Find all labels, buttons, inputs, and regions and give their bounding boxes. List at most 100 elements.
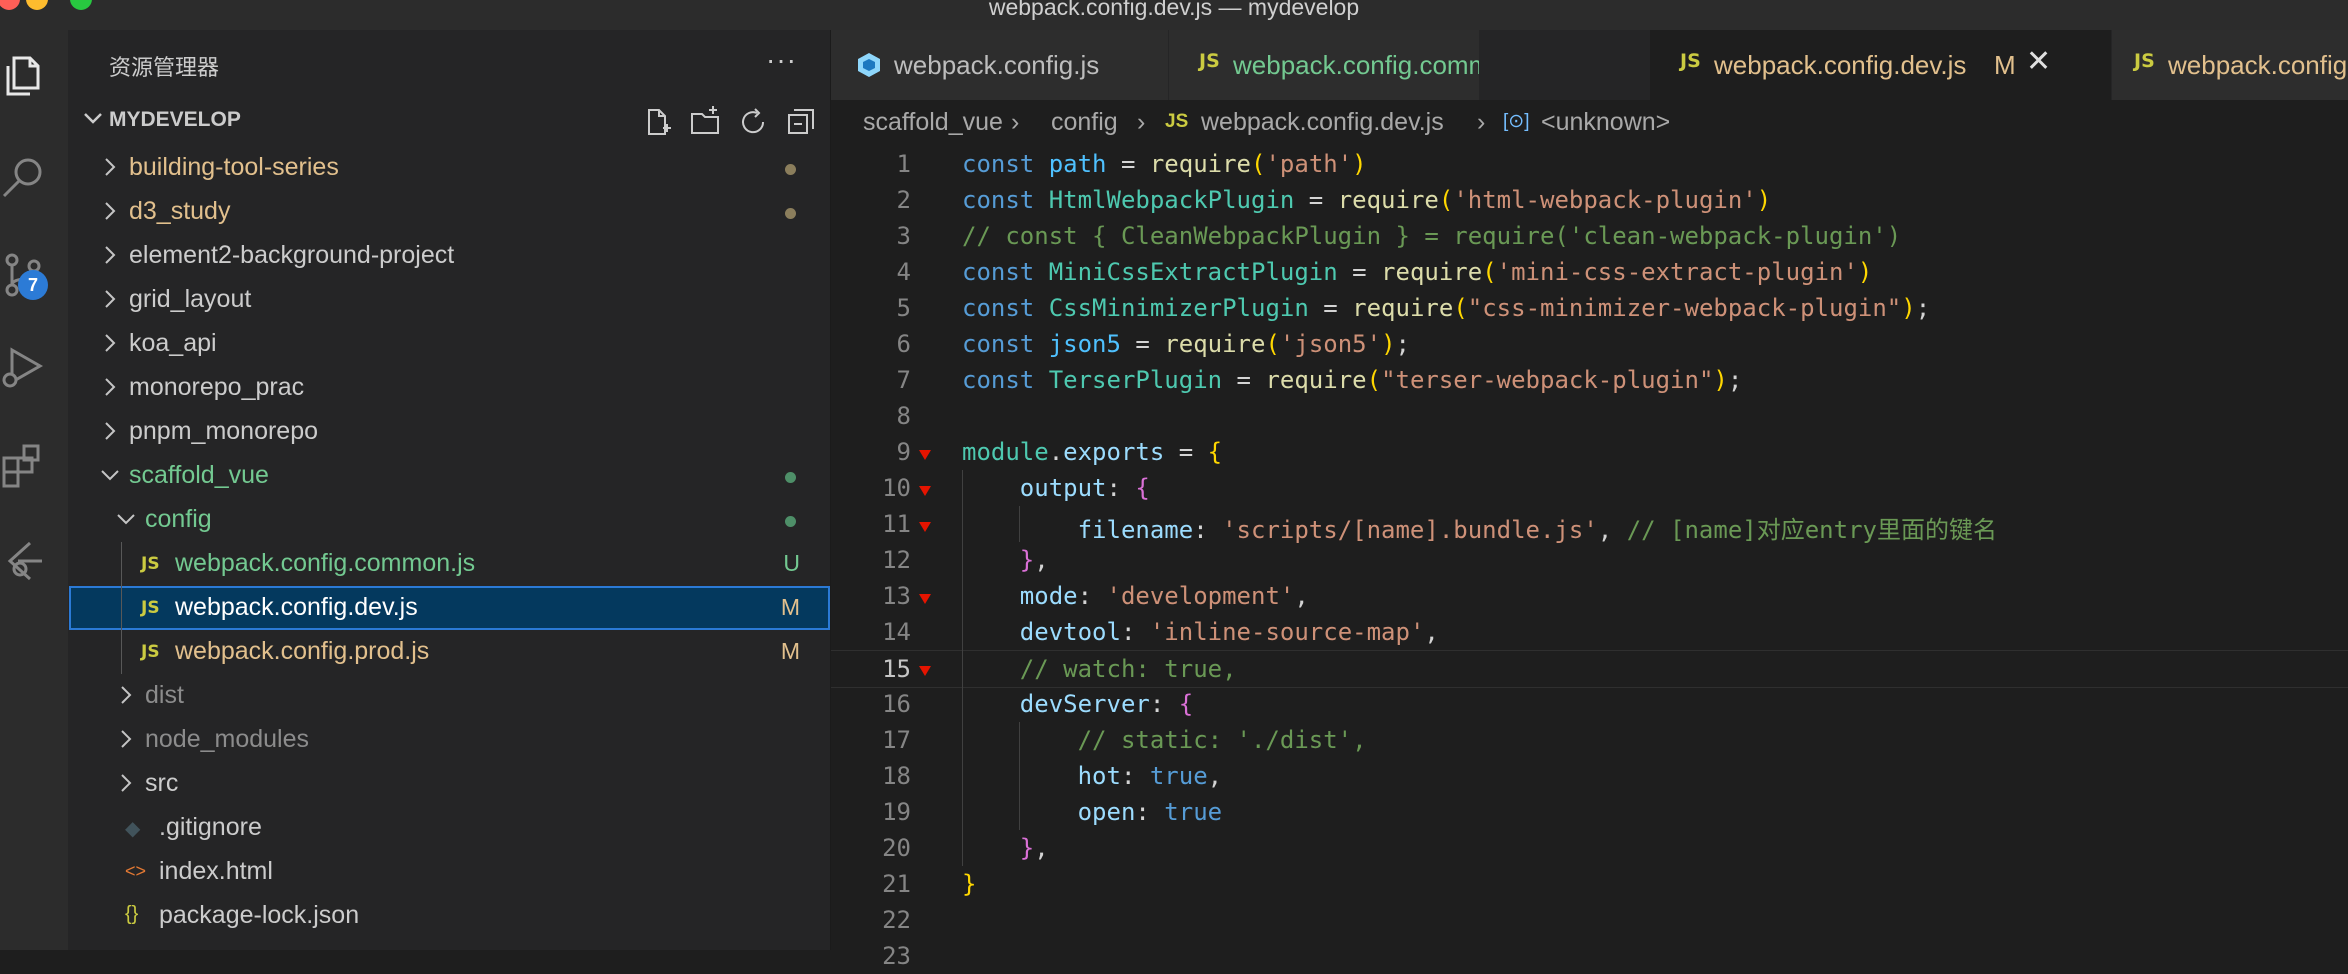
new-file-icon[interactable] (641, 106, 673, 138)
file-row[interactable]: JS webpack.config.common.js U (69, 542, 830, 586)
folder-row[interactable]: grid_layout (69, 278, 830, 322)
chevron-down-icon (101, 470, 119, 481)
folder-row[interactable]: koa_api (69, 322, 830, 366)
code-line[interactable]: 4 const MiniCssExtractPlugin = require('m… (831, 254, 2348, 290)
code-line[interactable]: 5 const CssMinimizerPlugin = require("css… (831, 290, 2348, 326)
git-deleted-marker (919, 486, 931, 496)
code-line[interactable]: 7 const TerserPlugin = require("terser-we… (831, 362, 2348, 398)
chevron-right-icon (121, 730, 132, 748)
explorer-sidebar: 资源管理器 ··· MYDEVELOP building-tool-series… (69, 30, 831, 950)
code-line[interactable]: 2 const HtmlWebpackPlugin = require('html… (831, 182, 2348, 218)
collapse-all-icon[interactable] (785, 106, 817, 138)
chevron-right-icon (105, 290, 116, 308)
chevron-right-icon (121, 774, 132, 792)
chevron-right-icon: › (1477, 108, 1486, 136)
breadcrumb-item[interactable]: scaffold_vue (863, 108, 1003, 137)
folder-row[interactable]: pnpm_monorepo (69, 410, 830, 454)
chevron-right-icon: › (1137, 108, 1146, 136)
chevron-right-icon (121, 686, 132, 704)
tree-item-label: monorepo_prac (129, 373, 305, 401)
editor-tab-bar: webpack.config.js JS webpack.config.comm… (831, 30, 2348, 100)
code-text: filename: 'scripts/[name].bundle.js', //… (1077, 516, 1997, 544)
chevron-right-icon (105, 158, 116, 176)
tree-item-label: d3_study (129, 197, 231, 225)
run-debug-icon[interactable] (0, 340, 50, 390)
code-line[interactable]: 11 filename: 'scripts/[name].bundle.js',… (831, 506, 2348, 544)
webpack-icon (858, 53, 880, 77)
close-tab-icon[interactable]: ✕ (2026, 44, 2051, 79)
breadcrumb-item[interactable]: <unknown> (1541, 108, 1670, 137)
file-row[interactable]: JS webpack.config.prod.js M (69, 630, 830, 674)
file-row[interactable]: {} package-lock.json (69, 894, 830, 938)
tab-webpack-config-common[interactable]: JS webpack.config.common.js U (1169, 30, 1480, 100)
code-line[interactable]: 9 module.exports = { (831, 434, 2348, 470)
folder-row[interactable]: monorepo_prac (69, 366, 830, 410)
code-line[interactable]: 15 // watch: true, (831, 650, 2348, 688)
folder-row[interactable]: d3_study (69, 190, 830, 234)
code-line[interactable]: 1 const path = require('path') (831, 146, 2348, 182)
code-line[interactable]: 14 devtool: 'inline-source-map', (831, 614, 2348, 650)
git-status-badge: U (783, 550, 800, 576)
line-number: 12 (882, 546, 911, 574)
tree-item-label: webpack.config.common.js (175, 549, 476, 577)
explorer-icon[interactable] (0, 50, 50, 100)
code-line[interactable]: 10 output: { (831, 470, 2348, 506)
folder-row[interactable]: element2-background-project (69, 234, 830, 278)
folder-row[interactable]: src (69, 762, 830, 806)
code-line[interactable]: 3 // const { CleanWebpackPlugin } = requi… (831, 218, 2348, 254)
code-line[interactable]: 22 (831, 902, 2348, 938)
code-line[interactable]: 17 // static: './dist', (831, 722, 2348, 758)
tree-item-label: pnpm_monorepo (129, 417, 319, 445)
chevron-right-icon (105, 422, 116, 440)
chevron-down-icon (84, 113, 102, 124)
search-icon[interactable] (0, 152, 50, 202)
scm-badge: 7 (18, 270, 48, 300)
js-file-icon: JS (2134, 50, 2155, 72)
code-line[interactable]: 19 open: true (831, 794, 2348, 830)
code-line[interactable]: 12 }, (831, 542, 2348, 578)
folder-row[interactable]: config (69, 498, 830, 542)
folder-row[interactable]: scaffold_vue (69, 454, 830, 498)
activity-bar: 7 (0, 30, 69, 950)
workspace-header[interactable]: MYDEVELOP (69, 100, 830, 140)
file-row[interactable]: <> index.html (69, 850, 830, 894)
file-row[interactable]: JS webpack.config.dev.js M (69, 586, 830, 630)
remote-explorer-icon[interactable] (0, 535, 50, 585)
code-line[interactable]: 21} (831, 866, 2348, 902)
git-deleted-marker (919, 666, 931, 676)
tab-webpack-config[interactable]: webpack.config.js (831, 30, 1169, 100)
workspace-name: MYDEVELOP (109, 108, 241, 131)
tree-item-label: package-lock.json (159, 901, 360, 929)
new-folder-icon[interactable] (689, 106, 721, 138)
breadcrumb-item[interactable]: config (1051, 108, 1118, 137)
code-line[interactable]: 18 hot: true, (831, 758, 2348, 794)
breadcrumb-item[interactable]: webpack.config.dev.js (1201, 108, 1444, 137)
extensions-icon[interactable] (0, 438, 50, 488)
code-line[interactable]: 8 (831, 398, 2348, 434)
git-status-badge: M (780, 638, 800, 664)
chevron-right-icon (105, 202, 116, 220)
tab-status-modified: M (1994, 50, 2016, 80)
code-text: } (962, 870, 977, 898)
code-line[interactable]: 13 mode: 'development', (831, 578, 2348, 614)
tab-webpack-config-dev[interactable]: JS webpack.config.dev.js M ✕ (1650, 30, 2112, 100)
file-row[interactable]: ◆ .gitignore (69, 806, 830, 850)
refresh-icon[interactable] (737, 106, 769, 138)
code-text: }, (1019, 834, 1049, 862)
folder-row[interactable]: building-tool-series (69, 146, 830, 190)
code-text: open: true (1077, 798, 1223, 826)
code-editor[interactable]: 1 const path = require('path') 2 const Html… (831, 146, 2348, 970)
explorer-more-button[interactable]: ··· (766, 44, 797, 76)
code-text: output: { (1019, 474, 1150, 502)
line-number: 18 (882, 762, 911, 790)
folder-row[interactable]: dist (69, 674, 830, 718)
code-line[interactable]: 20 }, (831, 830, 2348, 866)
tree-item-label: node_modules (145, 725, 310, 753)
code-line[interactable]: 23 (831, 938, 2348, 974)
code-line[interactable]: 16 devServer: { (831, 686, 2348, 722)
code-line[interactable]: 6 const json5 = require('json5'); (831, 326, 2348, 362)
title-bar: webpack.config.dev.js — mydevelop (0, 0, 2348, 30)
git-status-dot (785, 208, 796, 219)
tab-webpack-config-prod[interactable]: JS webpack.config.p (2112, 30, 2348, 100)
folder-row[interactable]: node_modules (69, 718, 830, 762)
